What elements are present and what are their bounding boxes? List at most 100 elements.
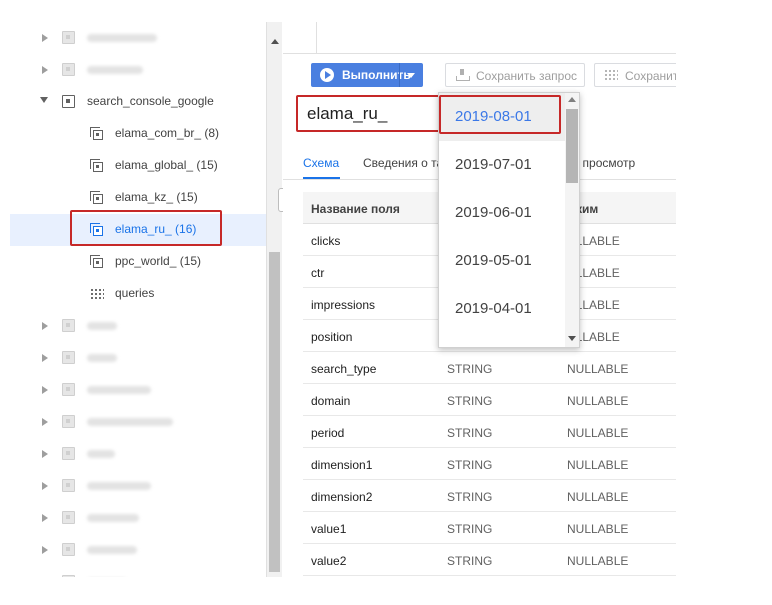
chevron-right-icon[interactable] <box>42 322 48 330</box>
scrollbar-thumb[interactable] <box>566 109 578 183</box>
dropdown-scrollbar[interactable] <box>565 93 579 347</box>
option-label: 2019-04-01 <box>455 300 532 317</box>
scroll-up-arrow-icon[interactable] <box>568 97 576 102</box>
save-view-label: Сохранит <box>625 69 676 83</box>
chevron-right-icon[interactable] <box>42 514 48 522</box>
table-label: elama_com_br_ (8) <box>115 126 220 140</box>
scrollbar-thumb[interactable] <box>269 252 280 572</box>
field-type: STRING <box>447 490 493 504</box>
tree-item-blurred[interactable] <box>10 54 266 86</box>
header-field-name: Название поля <box>311 202 400 216</box>
table-row: domain STRING NULLABLE <box>303 384 676 416</box>
view-icon <box>90 288 104 300</box>
tree-item-blurred[interactable] <box>10 22 266 54</box>
chevron-right-icon[interactable] <box>42 386 48 394</box>
dataset-icon <box>62 31 75 44</box>
table-sharded-icon <box>90 191 103 204</box>
chevron-right-icon[interactable] <box>42 418 48 426</box>
chevron-right-icon[interactable] <box>42 450 48 458</box>
table-row: dimension2 STRING NULLABLE <box>303 480 676 512</box>
blurred-label <box>87 386 151 394</box>
chevron-down-icon[interactable] <box>407 73 415 78</box>
field-name: value2 <box>311 554 347 568</box>
tree-item-table[interactable]: ppc_world_ (15) <box>10 246 266 278</box>
dataset-icon <box>62 383 75 396</box>
scroll-down-arrow-icon[interactable] <box>568 336 576 341</box>
view-label: queries <box>115 286 155 300</box>
chevron-right-icon[interactable] <box>42 546 48 554</box>
play-icon <box>320 68 334 82</box>
dropdown-option[interactable]: 2019-05-01 <box>439 237 565 285</box>
field-name: period <box>311 426 345 440</box>
field-type: STRING <box>447 458 493 472</box>
editor-area[interactable] <box>283 22 676 54</box>
tree-item-blurred[interactable] <box>10 566 266 577</box>
dropdown-option[interactable]: 2019-07-01 <box>439 141 565 189</box>
field-mode: NULLABLE <box>567 362 629 376</box>
option-label: 2019-06-01 <box>455 204 532 221</box>
field-name: search_type <box>311 362 377 376</box>
dropdown-option[interactable]: 2019-06-01 <box>439 189 565 237</box>
download-icon <box>456 69 470 81</box>
field-type: STRING <box>447 362 493 376</box>
table-sharded-icon <box>90 255 103 268</box>
save-query-button[interactable]: Сохранить запрос <box>445 63 585 87</box>
field-type: STRING <box>447 522 493 536</box>
table-label: elama_global_ (15) <box>115 158 218 172</box>
tree-item-table[interactable]: elama_com_br_ (8) <box>10 118 266 150</box>
dataset-icon <box>62 95 75 108</box>
tab-active-indicator <box>303 177 340 179</box>
field-type: STRING <box>447 554 493 568</box>
tree-item-blurred[interactable] <box>10 406 266 438</box>
chevron-down-icon[interactable] <box>40 97 48 103</box>
field-type: STRING <box>447 426 493 440</box>
tree-item-blurred[interactable] <box>10 310 266 342</box>
tree-item-blurred[interactable] <box>10 374 266 406</box>
table-label: elama_kz_ (15) <box>115 190 198 204</box>
tree-item-blurred[interactable] <box>10 470 266 502</box>
tree-item-dataset[interactable]: search_console_google <box>10 86 266 118</box>
field-mode: NULLABLE <box>567 554 629 568</box>
chevron-right-icon[interactable] <box>42 482 48 490</box>
dropdown-option[interactable]: 2019-04-01 <box>439 285 565 333</box>
field-type: STRING <box>447 394 493 408</box>
table-label: ppc_world_ (15) <box>115 254 202 268</box>
dataset-label: search_console_google <box>87 94 214 108</box>
tree-item-blurred[interactable] <box>10 534 266 566</box>
tab-details[interactable]: Сведения о та <box>363 156 443 170</box>
field-mode: NULLABLE <box>567 490 629 504</box>
tree-item-blurred[interactable] <box>10 342 266 374</box>
scroll-up-arrow-icon[interactable] <box>271 39 279 44</box>
dataset-icon <box>62 415 75 428</box>
blurred-label <box>87 546 137 554</box>
table-row: dimension1 STRING NULLABLE <box>303 448 676 480</box>
dataset-icon <box>62 479 75 492</box>
table-row: value1 STRING NULLABLE <box>303 512 676 544</box>
save-view-button[interactable]: Сохранит <box>594 63 676 87</box>
field-name: position <box>311 330 353 344</box>
tree-item-blurred[interactable] <box>10 438 266 470</box>
resource-tree: search_console_google elama_com_br_ (8) … <box>10 22 266 577</box>
dataset-icon <box>62 447 75 460</box>
dataset-icon <box>62 63 75 76</box>
table-sharded-icon <box>90 159 103 172</box>
tree-scrollbar[interactable] <box>266 22 282 577</box>
tree-item-blurred[interactable] <box>10 502 266 534</box>
field-name: ctr <box>311 266 325 280</box>
option-label: 2019-07-01 <box>455 156 532 173</box>
run-split-divider <box>399 63 400 87</box>
field-mode: NULLABLE <box>567 394 629 408</box>
tree-item-view[interactable]: queries <box>10 278 266 310</box>
blurred-label <box>87 34 157 42</box>
chevron-right-icon[interactable] <box>42 354 48 362</box>
tab-schema[interactable]: Схема <box>303 156 339 170</box>
blurred-label <box>87 418 173 426</box>
field-name: dimension1 <box>311 458 373 472</box>
view-grid-icon <box>604 69 618 81</box>
chevron-right-icon[interactable] <box>42 66 48 74</box>
tree-item-table[interactable]: elama_global_ (15) <box>10 150 266 182</box>
dataset-icon <box>62 319 75 332</box>
chevron-right-icon[interactable] <box>42 34 48 42</box>
run-button[interactable]: Выполнить <box>311 63 423 87</box>
annotation-box-selected-table <box>70 210 222 246</box>
